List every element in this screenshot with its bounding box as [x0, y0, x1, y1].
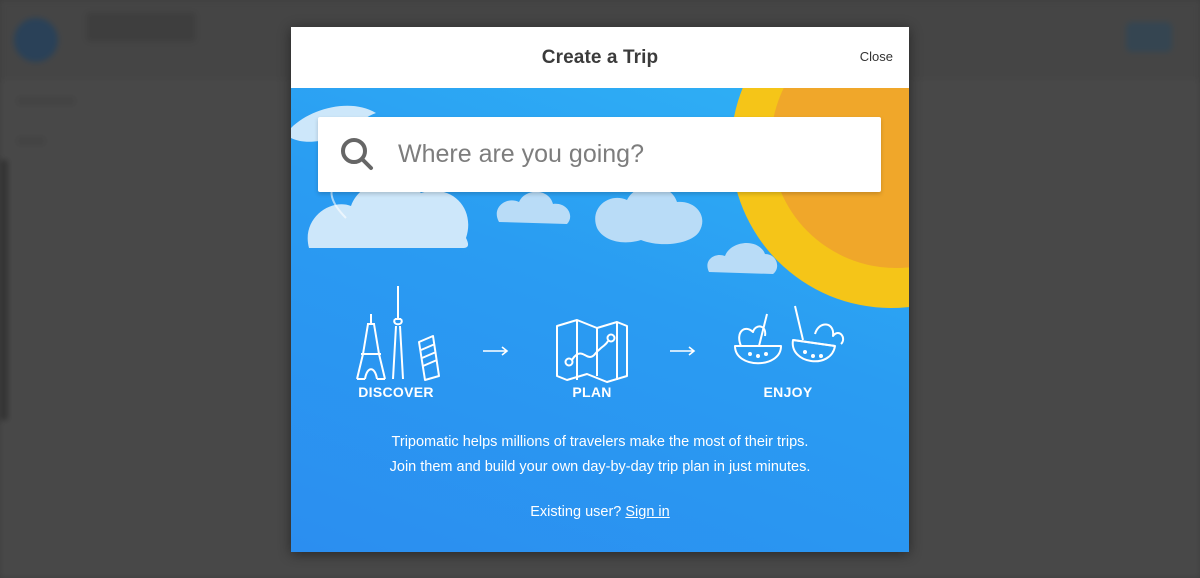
search-icon: [318, 117, 378, 192]
hero-panel: DISCOVER PLAN: [291, 88, 909, 552]
landmarks-icon: [356, 286, 440, 381]
create-trip-modal: Create a Trip Close Where are you going?…: [291, 27, 909, 552]
search-input[interactable]: [396, 133, 860, 176]
close-button[interactable]: Close: [860, 49, 893, 64]
signin-prompt: Existing user?: [530, 504, 622, 520]
step-plan: PLAN: [547, 284, 637, 400]
arrow-right-icon: [483, 346, 509, 356]
map-icon: [556, 319, 628, 383]
modal-title: Create a Trip: [541, 46, 659, 68]
step-discover: DISCOVER: [351, 284, 441, 400]
step-label-plan: PLAN: [572, 384, 612, 400]
signin-link[interactable]: Sign in: [625, 504, 669, 520]
modal-header: Create a Trip Close: [291, 27, 909, 88]
step-label-discover: DISCOVER: [358, 384, 434, 400]
signin-row: Existing user? Sign in: [291, 504, 909, 520]
destination-search[interactable]: [318, 117, 881, 192]
coconut-drinks-icon: [734, 305, 845, 365]
arrow-right-icon: [670, 346, 696, 356]
cloud-icon: [496, 185, 778, 274]
step-enjoy: ENJOY: [723, 284, 853, 400]
description-line-1: Tripomatic helps millions of travelers m…: [391, 434, 809, 450]
description-line-2: Join them and build your own day-by-day …: [389, 459, 811, 475]
step-label-enjoy: ENJOY: [763, 384, 813, 400]
